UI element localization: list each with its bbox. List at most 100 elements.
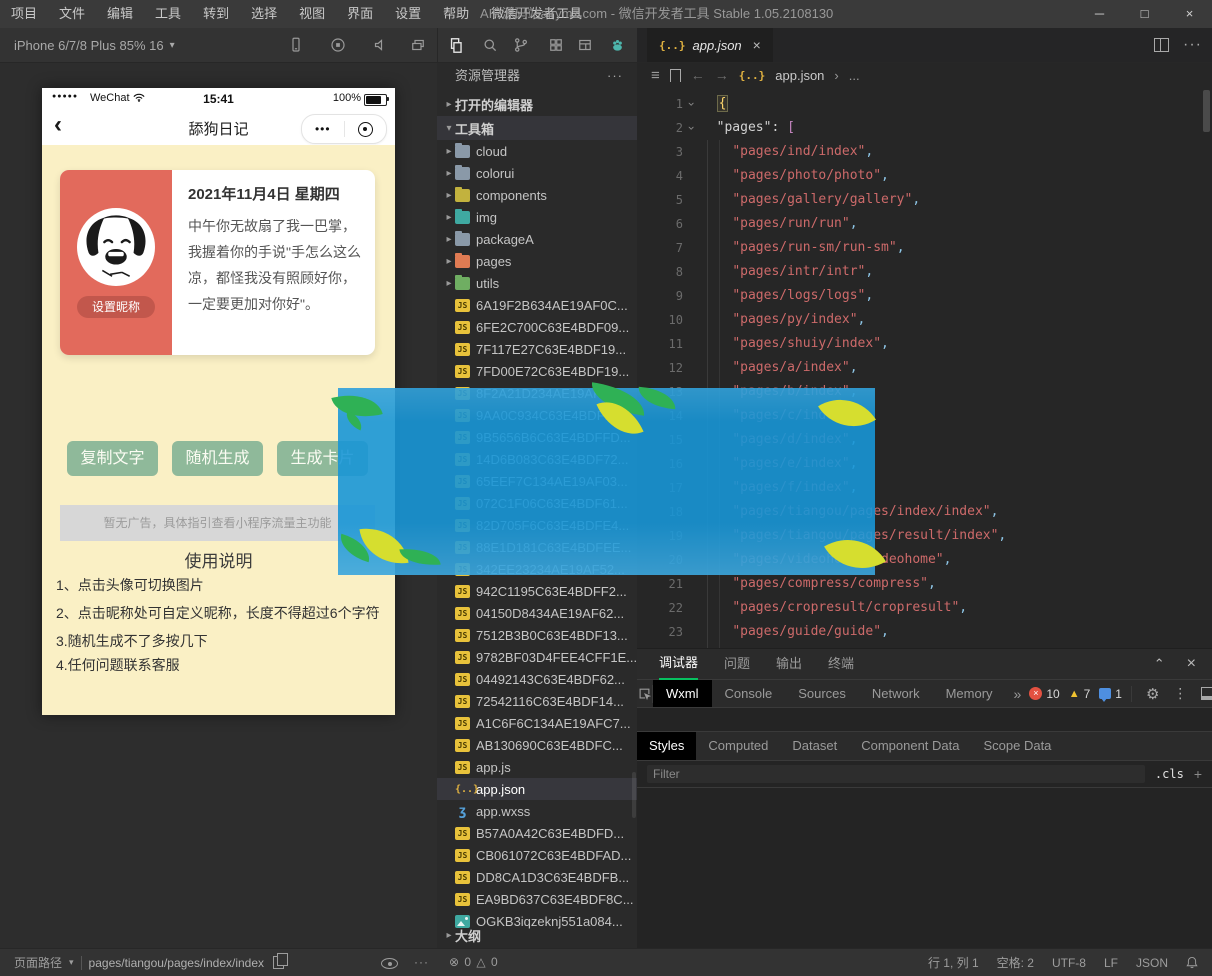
styles-tab-2[interactable]: Dataset [780, 732, 849, 760]
file-04492143C63E4BDF62...[interactable]: JS04492143C63E4BDF62... [437, 668, 637, 690]
mute-icon[interactable] [368, 33, 392, 57]
folder-components[interactable]: ▸components [437, 184, 637, 206]
menu-item-3[interactable]: 工具 [144, 0, 192, 28]
file-AB130690C63E4BDFC...[interactable]: JSAB130690C63E4BDFC... [437, 734, 637, 756]
folder-pages[interactable]: ▸pages [437, 250, 637, 272]
folder-packageA[interactable]: ▸packageA [437, 228, 637, 250]
page-path-label[interactable]: 页面路径 [14, 954, 62, 971]
action-button-1[interactable]: 随机生成 [172, 441, 263, 476]
problems-counter[interactable]: ⊗ 0 △ 0 [449, 949, 499, 976]
fold-chevron-icon[interactable]: › [683, 92, 701, 116]
nav-back-icon[interactable]: ← [691, 67, 705, 83]
tab-app-json[interactable]: {..} app.json × [647, 28, 773, 62]
section-project-root[interactable]: ▾ 工具箱 [437, 116, 637, 140]
breadcrumb-more[interactable]: ... [849, 68, 860, 83]
dock-side-icon[interactable] [1201, 687, 1212, 700]
more-tabs-icon[interactable]: » [1006, 686, 1030, 702]
breadcrumb-file[interactable]: app.json [775, 68, 824, 83]
nav-forward-icon[interactable]: → [715, 67, 729, 83]
file-9782BF03D4FEE4CFF1E...[interactable]: JS9782BF03D4FEE4CFF1E... [437, 646, 637, 668]
panel-tab-2[interactable]: 输出 [776, 649, 802, 679]
menu-item-6[interactable]: 视图 [288, 0, 336, 28]
file-EA9BD637C63E4BDF8C...[interactable]: JSEA9BD637C63E4BDF8C... [437, 888, 637, 910]
info-badge[interactable]: 1 [1099, 687, 1122, 701]
menu-item-7[interactable]: 界面 [336, 0, 384, 28]
status-more-icon[interactable]: ··· [414, 949, 429, 976]
inspect-element-icon[interactable] [637, 685, 653, 703]
stop-record-icon[interactable] [326, 33, 350, 57]
file-app.json[interactable]: {..}app.json [437, 778, 637, 800]
bookmark-icon[interactable] [670, 69, 681, 82]
section-open-editors[interactable]: ▸ 打开的编辑器 [437, 92, 637, 116]
menu-item-2[interactable]: 编辑 [96, 0, 144, 28]
file-7FD00E72C63E4BDF19...[interactable]: JS7FD00E72C63E4BDF19... [437, 360, 637, 382]
file-CB061072C63E4BDFAD...[interactable]: JSCB061072C63E4BDFAD... [437, 844, 637, 866]
panel-tab-3[interactable]: 终端 [828, 649, 854, 679]
folder-img[interactable]: ▸img [437, 206, 637, 228]
editor-more-icon[interactable]: ··· [1183, 36, 1202, 54]
panel-tab-1[interactable]: 问题 [724, 649, 750, 679]
styles-tab-0[interactable]: Styles [637, 732, 696, 760]
explorer-scrollbar[interactable] [632, 772, 636, 818]
editor-scrollbar[interactable] [1203, 90, 1210, 132]
file-04150D8434AE19AF62...[interactable]: JS04150D8434AE19AF62... [437, 602, 637, 624]
warning-badge[interactable]: ▲ 7 [1069, 687, 1091, 701]
devtools-tab-wxml[interactable]: Wxml [653, 680, 712, 707]
capsule-close-icon[interactable] [345, 122, 387, 137]
action-button-0[interactable]: 复制文字 [67, 441, 158, 476]
split-editor-icon[interactable] [1154, 38, 1169, 52]
file-app.wxss[interactable]: ʒapp.wxss [437, 800, 637, 822]
styles-tab-1[interactable]: Computed [696, 732, 780, 760]
minimize-button[interactable]: ─ [1077, 0, 1122, 28]
folder-cloud[interactable]: ▸cloud [437, 140, 637, 162]
explorer-more-icon[interactable]: ··· [607, 62, 623, 90]
device-selector[interactable]: iPhone 6/7/8 Plus 85% 16 ▾ [14, 28, 175, 62]
menu-item-5[interactable]: 选择 [240, 0, 288, 28]
panel-collapse-icon[interactable]: ⌃ [1154, 656, 1165, 672]
file-7512B3B0C63E4BDF13...[interactable]: JS7512B3B0C63E4BDF13... [437, 624, 637, 646]
menu-item-8[interactable]: 设置 [384, 0, 432, 28]
gear-icon[interactable]: ⚙ [1146, 685, 1159, 703]
capsule-button[interactable]: ••• [301, 114, 387, 144]
panel-tab-0[interactable]: 调试器 [659, 648, 698, 680]
devtools-tab-sources[interactable]: Sources [785, 680, 859, 707]
section-outline[interactable]: ▸ 大纲 [437, 924, 637, 946]
status-segment-4[interactable]: JSON [1136, 956, 1168, 970]
file-DD8CA1D3C63E4BDFB...[interactable]: JSDD8CA1D3C63E4BDFB... [437, 866, 637, 888]
capsule-menu-icon[interactable]: ••• [302, 122, 344, 136]
styles-tab-3[interactable]: Component Data [849, 732, 971, 760]
set-nickname-button[interactable]: 设置昵称 [77, 296, 155, 318]
status-segment-0[interactable]: 行 1, 列 1 [928, 954, 979, 971]
file-7F117E27C63E4BDF19...[interactable]: JS7F117E27C63E4BDF19... [437, 338, 637, 360]
kebab-menu-icon[interactable]: ⋮ [1173, 685, 1187, 702]
folder-utils[interactable]: ▸utils [437, 272, 637, 294]
file-6FE2C700C63E4BDF09...[interactable]: JS6FE2C700C63E4BDF09... [437, 316, 637, 338]
file-B57A0A42C63E4BDFD...[interactable]: JSB57A0A42C63E4BDFD... [437, 822, 637, 844]
menu-item-0[interactable]: 项目 [0, 0, 48, 28]
search-icon[interactable] [478, 33, 502, 57]
fold-chevron-icon[interactable]: › [683, 116, 701, 140]
list-icon[interactable]: ≡ [651, 67, 660, 84]
panel-close-icon[interactable]: × [1187, 655, 1196, 673]
menu-item-1[interactable]: 文件 [48, 0, 96, 28]
copy-path-icon[interactable] [273, 956, 284, 969]
styles-tab-4[interactable]: Scope Data [971, 732, 1063, 760]
git-branch-icon[interactable] [509, 33, 533, 57]
maximize-button[interactable]: □ [1122, 0, 1167, 28]
file-6A19F2B634AE19AF0C...[interactable]: JS6A19F2B634AE19AF0C... [437, 294, 637, 316]
close-button[interactable]: × [1167, 0, 1212, 28]
devtools-tab-memory[interactable]: Memory [933, 680, 1006, 707]
cloud-dev-icon[interactable] [605, 33, 629, 57]
file-A1C6F6C134AE19AFC7...[interactable]: JSA1C6F6C134AE19AFC7... [437, 712, 637, 734]
file-942C1195C63E4BDFF2...[interactable]: JS942C1195C63E4BDFF2... [437, 580, 637, 602]
cls-toggle[interactable]: .cls [1155, 767, 1184, 781]
avatar[interactable] [77, 208, 155, 286]
explorer-files-icon[interactable] [443, 33, 467, 57]
bell-icon[interactable] [1186, 956, 1198, 969]
phone-mode-icon[interactable] [284, 33, 308, 57]
file-app.js[interactable]: JSapp.js [437, 756, 637, 778]
menu-item-9[interactable]: 帮助 [432, 0, 480, 28]
multi-window-icon[interactable] [406, 33, 430, 57]
filter-input[interactable] [647, 765, 1145, 783]
add-style-icon[interactable]: + [1194, 766, 1202, 782]
